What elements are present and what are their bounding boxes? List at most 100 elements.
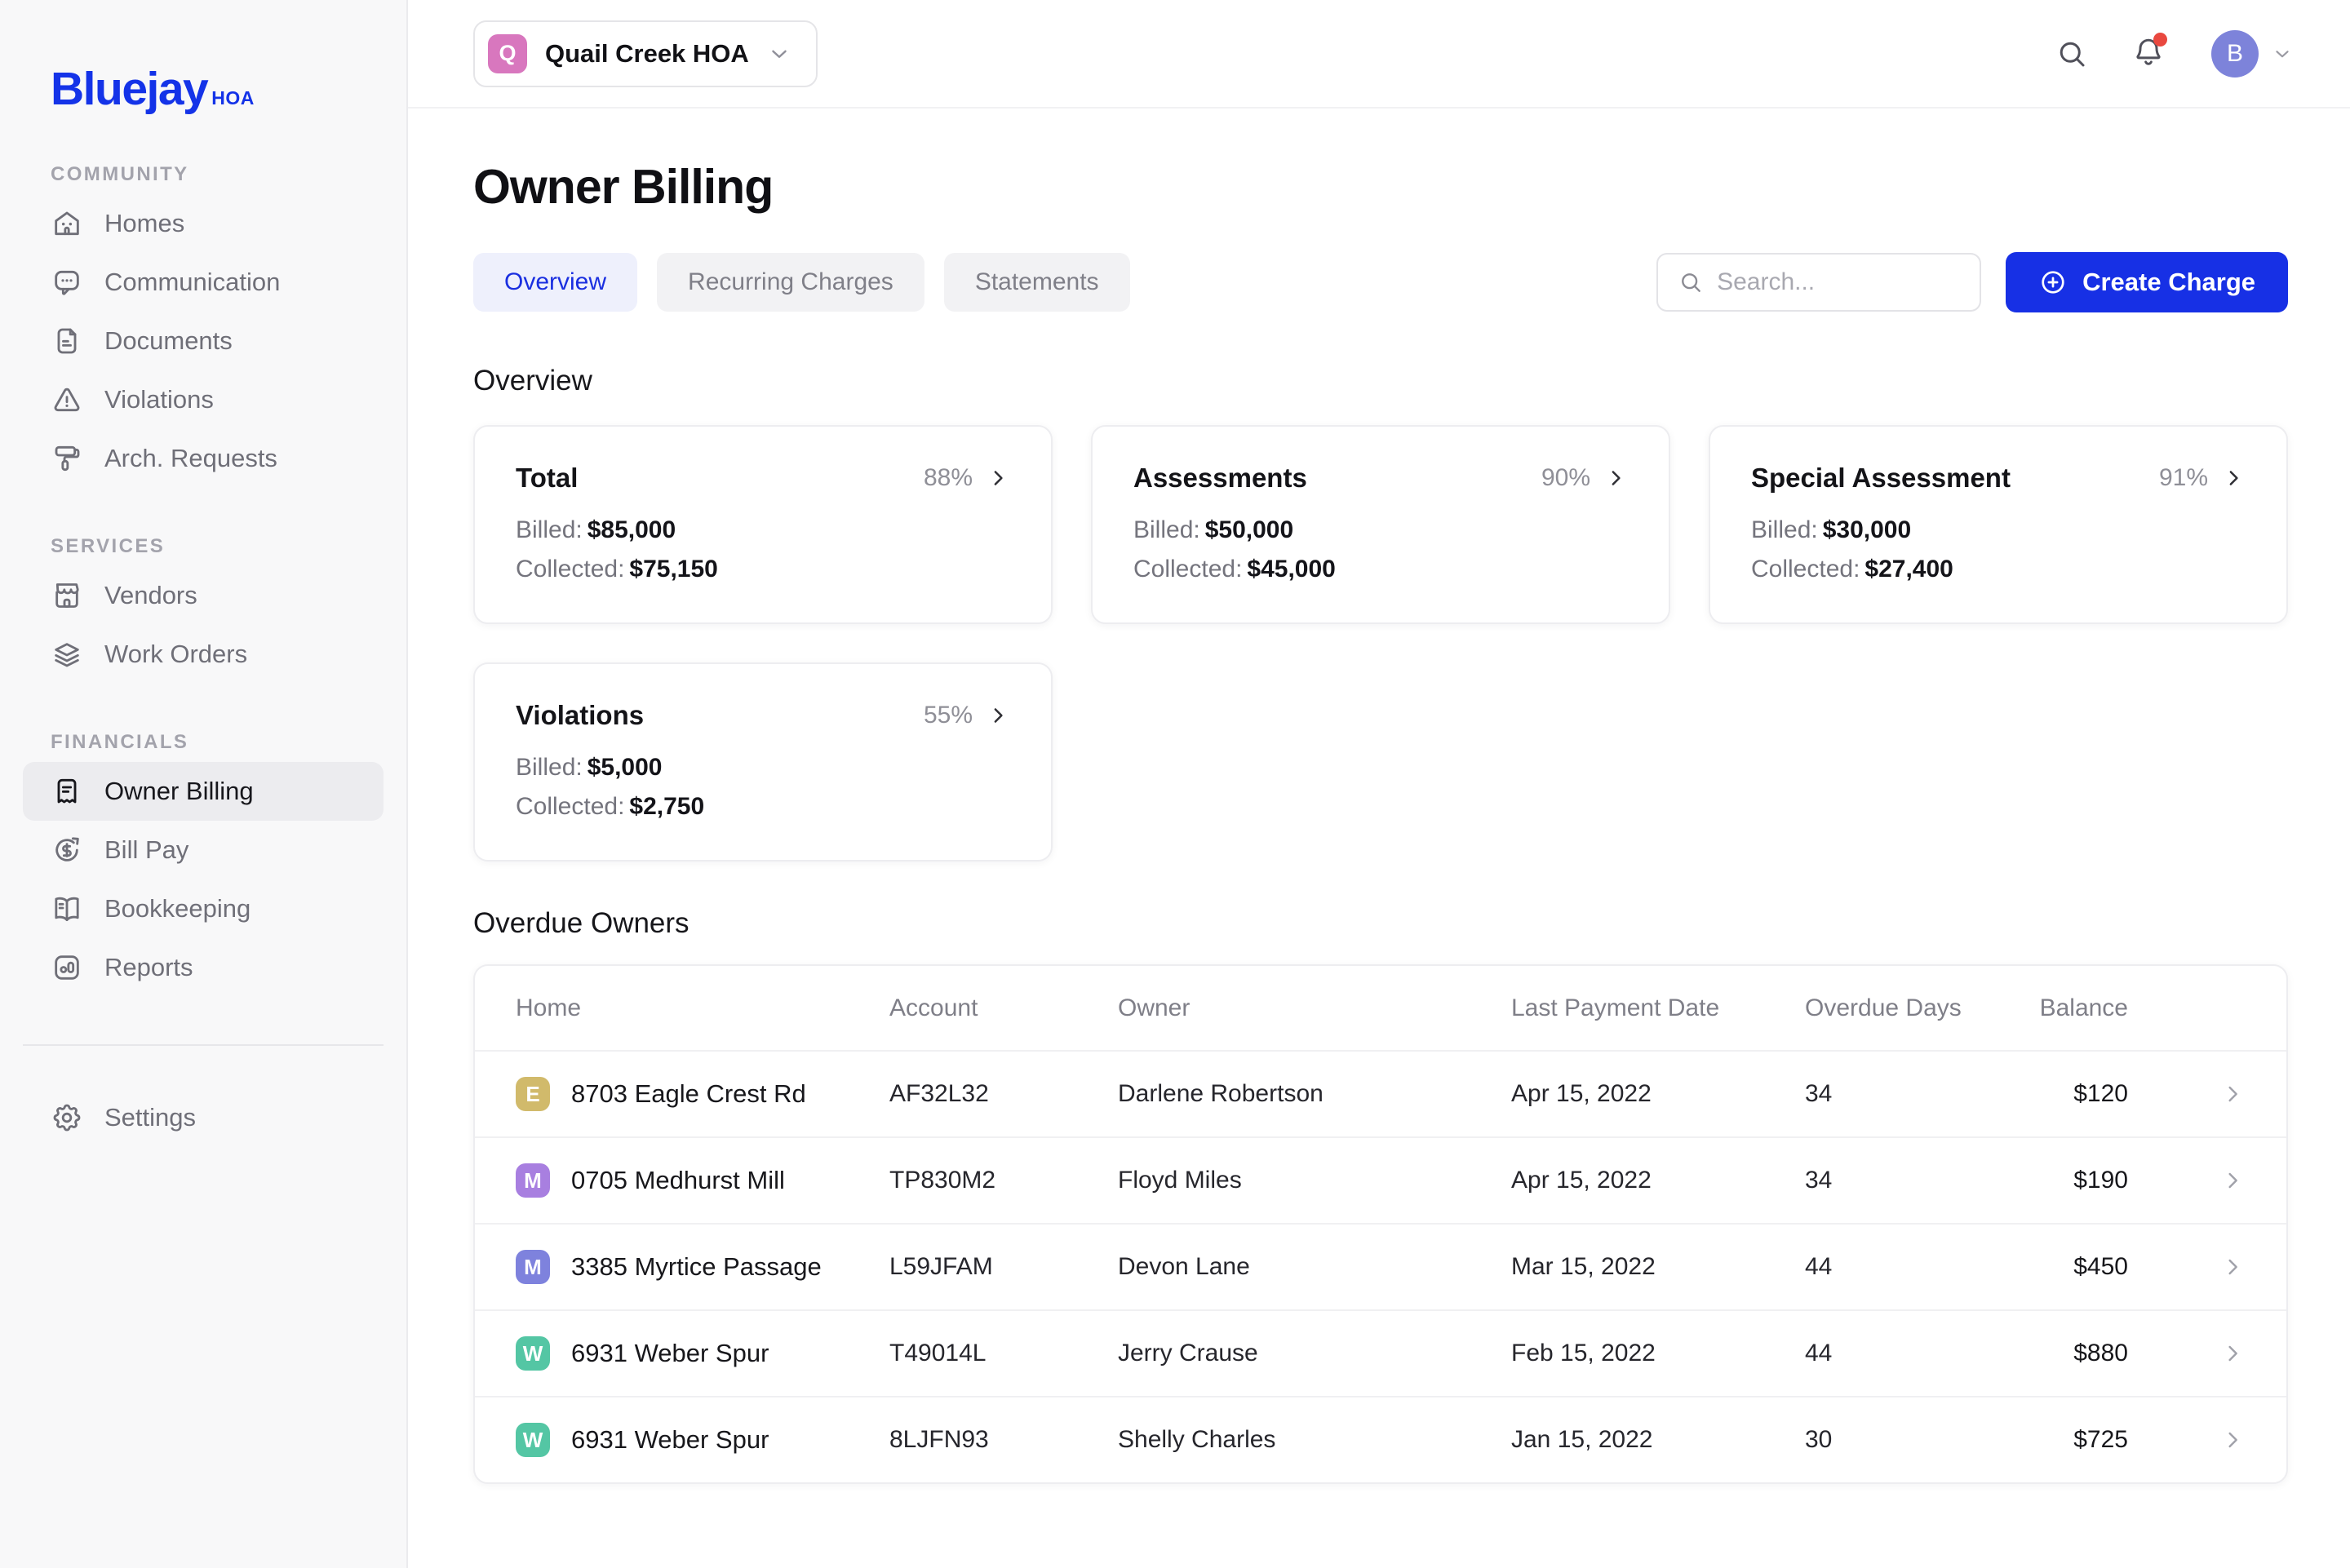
- col-balance: Balance: [2009, 994, 2128, 1022]
- chevron-right-icon[interactable]: [1603, 466, 1628, 490]
- search-input[interactable]: [1717, 268, 1960, 296]
- sidebar-item-label: Vendors: [104, 581, 197, 610]
- sidebar-item-settings[interactable]: Settings: [23, 1088, 384, 1147]
- tab-bar: Overview Recurring Charges Statements: [473, 253, 1130, 312]
- account-cell: AF32L32: [889, 1080, 1118, 1108]
- tab-recurring-charges[interactable]: Recurring Charges: [657, 253, 924, 312]
- search-box: [1656, 253, 1981, 312]
- currency-refresh-icon: [51, 834, 83, 866]
- account-cell: TP830M2: [889, 1167, 1118, 1194]
- sidebar-item-reports[interactable]: Reports: [23, 938, 384, 997]
- sidebar-divider: [23, 1044, 384, 1046]
- billed-label: Billed:: [516, 516, 583, 543]
- balance-cell: $725: [2009, 1426, 2128, 1454]
- chevron-down-icon: [767, 42, 791, 66]
- billed-label: Billed:: [516, 754, 583, 781]
- home-address: 8703 Eagle Crest Rd: [571, 1079, 806, 1109]
- home-badge: W: [516, 1423, 550, 1457]
- sidebar-item-arch-requests[interactable]: Arch. Requests: [23, 429, 384, 488]
- billed-label: Billed:: [1133, 516, 1200, 543]
- sidebar-item-work-orders[interactable]: Work Orders: [23, 625, 384, 684]
- summary-card-assessments[interactable]: Assessments 90% Billed:$50,000 Collected…: [1091, 425, 1670, 624]
- owner-cell: Floyd Miles: [1118, 1167, 1511, 1194]
- chevron-right-icon[interactable]: [986, 466, 1010, 490]
- sidebar-item-owner-billing[interactable]: Owner Billing: [23, 762, 384, 821]
- sidebar-item-bill-pay[interactable]: Bill Pay: [23, 821, 384, 879]
- sidebar-item-label: Arch. Requests: [104, 444, 277, 473]
- card-title: Total: [516, 463, 578, 494]
- tab-statements[interactable]: Statements: [944, 253, 1130, 312]
- home-address: 6931 Weber Spur: [571, 1339, 769, 1368]
- community-switcher[interactable]: Q Quail Creek HOA: [473, 20, 818, 87]
- last-payment-cell: Apr 15, 2022: [1511, 1080, 1805, 1108]
- sidebar-item-label: Communication: [104, 268, 280, 297]
- notifications-button[interactable]: [2131, 34, 2166, 73]
- search-button[interactable]: [2055, 37, 2089, 71]
- sidebar-item-vendors[interactable]: Vendors: [23, 566, 384, 625]
- document-icon: [51, 325, 83, 357]
- app-window: Bluejay HOA COMMUNITY Homes Communicatio…: [0, 0, 2350, 1568]
- chevron-right-icon[interactable]: [2219, 1167, 2246, 1194]
- col-last-payment-date: Last Payment Date: [1511, 994, 1805, 1022]
- summary-card-total[interactable]: Total 88% Billed:$85,000 Collected:$75,1…: [473, 425, 1053, 624]
- sidebar-item-documents[interactable]: Documents: [23, 312, 384, 370]
- brand-logo[interactable]: Bluejay HOA: [0, 0, 406, 116]
- chevron-right-icon[interactable]: [2219, 1081, 2246, 1107]
- chevron-right-icon[interactable]: [986, 703, 1010, 728]
- home-badge: W: [516, 1336, 550, 1371]
- card-percent: 88%: [924, 464, 973, 492]
- collected-label: Collected:: [1133, 556, 1242, 582]
- brand-suffix: HOA: [211, 87, 255, 109]
- sidebar-item-label: Owner Billing: [104, 777, 254, 806]
- tab-overview[interactable]: Overview: [473, 253, 637, 312]
- table-row[interactable]: M0705 Medhurst Mill TP830M2 Floyd Miles …: [475, 1136, 2286, 1223]
- overview-cards: Total 88% Billed:$85,000 Collected:$75,1…: [473, 425, 2288, 862]
- last-payment-cell: Feb 15, 2022: [1511, 1340, 1805, 1367]
- community-badge: Q: [488, 34, 527, 73]
- house-icon: [51, 207, 83, 240]
- collected-label: Collected:: [1751, 556, 1860, 582]
- last-payment-cell: Apr 15, 2022: [1511, 1167, 1805, 1194]
- table-row[interactable]: E8703 Eagle Crest Rd AF32L32 Darlene Rob…: [475, 1050, 2286, 1136]
- sidebar-item-label: Documents: [104, 326, 233, 356]
- create-charge-button[interactable]: Create Charge: [2006, 252, 2288, 312]
- home-badge: M: [516, 1250, 550, 1284]
- billed-value: $50,000: [1205, 516, 1293, 543]
- chevron-right-icon[interactable]: [2221, 466, 2246, 490]
- page-title: Owner Billing: [473, 159, 2288, 215]
- billed-value: $30,000: [1823, 516, 1911, 543]
- notification-dot: [2153, 33, 2167, 47]
- table-row[interactable]: W6931 Weber Spur T49014L Jerry Crause Fe…: [475, 1309, 2286, 1396]
- balance-cell: $450: [2009, 1253, 2128, 1281]
- sidebar-item-violations[interactable]: Violations: [23, 370, 384, 429]
- col-account: Account: [889, 994, 1118, 1022]
- avatar[interactable]: B: [2211, 30, 2259, 78]
- owner-cell: Shelly Charles: [1118, 1426, 1511, 1454]
- warning-triangle-icon: [51, 383, 83, 416]
- account-menu-chevron[interactable]: [2272, 43, 2293, 64]
- search-icon: [1678, 269, 1704, 295]
- summary-card-violations[interactable]: Violations 55% Billed:$5,000 Collected:$…: [473, 662, 1053, 862]
- col-owner: Owner: [1118, 994, 1511, 1022]
- card-title: Violations: [516, 700, 644, 731]
- summary-card-special-assessment[interactable]: Special Assessment 91% Billed:$30,000 Co…: [1709, 425, 2288, 624]
- overdue-owners-heading: Overdue Owners: [473, 907, 2288, 940]
- chevron-right-icon[interactable]: [2219, 1254, 2246, 1280]
- sidebar-item-label: Bill Pay: [104, 835, 188, 865]
- sidebar-item-homes[interactable]: Homes: [23, 194, 384, 253]
- table-row[interactable]: W6931 Weber Spur 8LJFN93 Shelly Charles …: [475, 1396, 2286, 1482]
- sidebar-item-communication[interactable]: Communication: [23, 253, 384, 312]
- billed-label: Billed:: [1751, 516, 1818, 543]
- topbar-actions: B: [2055, 30, 2293, 78]
- card-percent: 55%: [924, 702, 973, 729]
- sidebar-item-label: Reports: [104, 953, 193, 982]
- collected-label: Collected:: [516, 793, 624, 820]
- chevron-down-icon: [2272, 43, 2293, 64]
- table-row[interactable]: M3385 Myrtice Passage L59JFAM Devon Lane…: [475, 1223, 2286, 1309]
- card-title: Assessments: [1133, 463, 1307, 494]
- page-actions: Create Charge: [1656, 252, 2288, 312]
- chevron-right-icon[interactable]: [2219, 1427, 2246, 1453]
- sidebar-item-bookkeeping[interactable]: Bookkeeping: [23, 879, 384, 938]
- chevron-right-icon[interactable]: [2219, 1340, 2246, 1366]
- sidebar-section-services: SERVICES: [51, 535, 406, 558]
